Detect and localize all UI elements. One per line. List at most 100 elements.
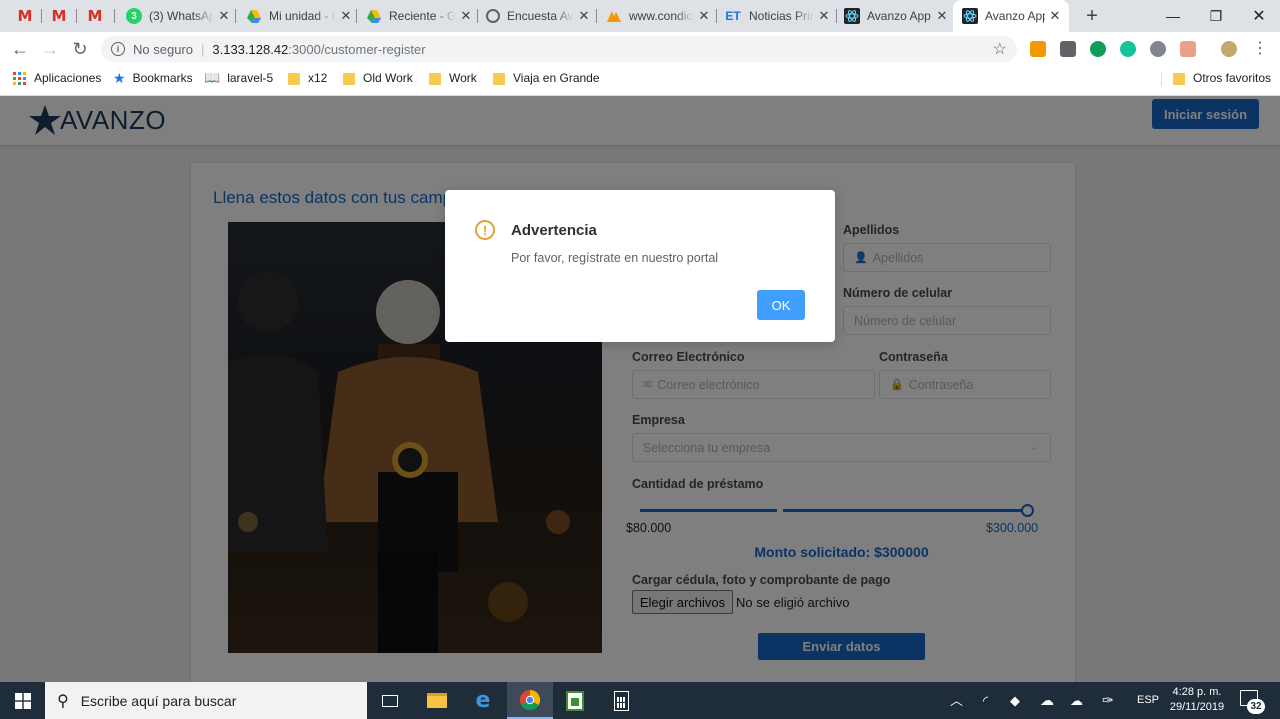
bookmark-star-icon[interactable]: ☆ — [993, 39, 1007, 59]
address-bar[interactable]: i No seguro | 3.133.128.42 :3000/custome… — [101, 36, 1017, 62]
modal-overlay[interactable] — [0, 96, 1280, 682]
search-icon: ⚲ — [57, 692, 69, 710]
bookmark-label: Old Work — [363, 71, 413, 85]
restore-button[interactable]: ❐ — [1193, 0, 1239, 32]
tray-chevron-up-icon[interactable]: ︿ — [950, 682, 963, 719]
folder-icon — [288, 73, 300, 85]
close-tab-icon[interactable]: ✕ — [816, 8, 832, 24]
folder-icon — [429, 73, 441, 85]
tab-condiciones[interactable]: www.condiciones ✕ — [600, 0, 712, 32]
url-path: :3000/customer-register — [288, 41, 426, 57]
tab-title: (3) WhatsApp — [149, 9, 214, 23]
tab-title: Noticias Principales — [749, 9, 814, 23]
close-tab-icon[interactable]: ✕ — [216, 8, 232, 24]
bookmark-old-work[interactable]: Old Work — [343, 66, 413, 90]
react-icon — [962, 8, 978, 24]
menu-icon[interactable]: ⋮ — [1252, 32, 1268, 66]
google-drive-icon — [366, 8, 382, 24]
bookmark-aplicaciones[interactable]: Aplicaciones — [13, 66, 101, 90]
tab-gmail-1[interactable]: M — [10, 0, 40, 32]
sheets-button[interactable] — [552, 682, 598, 719]
minimize-button[interactable]: — — [1150, 0, 1196, 32]
bookmark-laravel[interactable]: 📖 laravel-5 — [204, 66, 273, 90]
extension-icon[interactable] — [1150, 41, 1166, 57]
close-tab-icon[interactable]: ✕ — [338, 8, 354, 24]
extension-icon[interactable] — [1060, 41, 1076, 57]
tab-noticias[interactable]: ET Noticias Principales ✕ — [720, 0, 832, 32]
google-drive-icon — [246, 8, 262, 24]
forward-button[interactable]: → — [36, 32, 64, 66]
security-label: No seguro — [133, 41, 193, 57]
globe-icon — [486, 9, 500, 23]
bookmarks-bar: Aplicaciones ★ Bookmarks 📖 laravel-5 x12… — [0, 66, 1280, 96]
taskbar: ⚲ Escribe aquí para buscar e ︿ ◜ ◆ ☁ ☁ ✑… — [0, 682, 1280, 719]
clock-time: 4:28 p. m. — [1172, 686, 1222, 698]
ok-button[interactable]: OK — [757, 290, 805, 320]
tab-gmail-3[interactable]: M — [80, 0, 110, 32]
bookmark-label: Viaja en Grande — [513, 71, 600, 85]
clock[interactable]: 4:28 p. m. 29/11/2019 — [1164, 685, 1230, 715]
network-icon[interactable]: ☁ — [1070, 682, 1083, 719]
close-tab-icon[interactable]: ✕ — [1047, 8, 1063, 24]
chrome-icon — [520, 689, 540, 710]
warning-dialog: ! Advertencia Por favor, regístrate en n… — [445, 190, 835, 342]
bookmark-bookmarks[interactable]: ★ Bookmarks — [113, 66, 193, 90]
bookmark-label: Work — [449, 71, 477, 85]
close-tab-icon[interactable]: ✕ — [576, 8, 592, 24]
windows-start-button[interactable] — [0, 682, 46, 719]
calculator-icon — [613, 690, 629, 711]
file-explorer-button[interactable] — [414, 682, 460, 719]
apps-icon — [13, 71, 26, 85]
close-tab-icon[interactable]: ✕ — [934, 8, 950, 24]
folder-icon — [427, 693, 447, 708]
reload-button[interactable]: ↻ — [66, 32, 94, 66]
tab-reciente[interactable]: Reciente - Google Drive ✕ — [360, 0, 474, 32]
bookmark-work[interactable]: Work — [429, 66, 477, 90]
new-tab-button[interactable]: + — [1080, 4, 1104, 28]
extension-icon[interactable] — [1030, 41, 1046, 57]
tab-whatsapp[interactable]: 3 (3) WhatsApp ✕ — [120, 0, 232, 32]
close-tab-icon[interactable]: ✕ — [696, 8, 712, 24]
tab-avanzo-1[interactable]: Avanzo App ✕ — [838, 0, 950, 32]
cloud-icon[interactable]: ☁ — [1040, 682, 1054, 719]
close-window-button[interactable]: ✕ — [1236, 0, 1280, 32]
tab-title: Encuesta Avanzo — [507, 9, 574, 23]
tab-mi-unidad[interactable]: Mi unidad - Google Drive ✕ — [240, 0, 354, 32]
info-icon[interactable]: i — [111, 42, 125, 56]
tab-title: www.condiciones — [629, 9, 694, 23]
wifi-icon[interactable]: ◜ — [983, 682, 988, 719]
bookmark-viaja[interactable]: Viaja en Grande — [493, 66, 600, 90]
extension-icon[interactable] — [1090, 41, 1106, 57]
edge-button[interactable]: e — [460, 682, 506, 719]
url-host: 3.133.128.42 — [212, 41, 289, 57]
pen-icon[interactable]: ✑ — [1102, 682, 1114, 719]
bookmark-label: Bookmarks — [132, 71, 193, 85]
bookmark-label: Aplicaciones — [34, 71, 102, 85]
dropbox-icon[interactable]: ◆ — [1010, 682, 1020, 719]
tab-title: Avanzo App — [985, 9, 1045, 23]
chrome-button[interactable] — [507, 682, 553, 719]
grammarly-icon[interactable] — [1120, 41, 1136, 57]
close-tab-icon[interactable]: ✕ — [458, 8, 474, 24]
page-content: AVANZO Iniciar sesión Llena estos datos … — [0, 96, 1280, 682]
back-button[interactable]: ← — [6, 32, 34, 66]
tab-encuesta[interactable]: Encuesta Avanzo ✕ — [480, 0, 592, 32]
calculator-button[interactable] — [598, 682, 644, 719]
book-icon: 📖 — [204, 70, 221, 85]
bookmark-otros-favoritos[interactable]: Otros favoritos — [1173, 66, 1271, 90]
pdf-icon[interactable] — [1180, 41, 1196, 57]
taskbar-search[interactable]: ⚲ Escribe aquí para buscar — [45, 682, 367, 719]
avatar[interactable] — [1221, 41, 1237, 57]
language-indicator[interactable]: ESP — [1137, 682, 1159, 719]
gmail-icon: M — [17, 7, 33, 25]
task-view-button[interactable] — [367, 682, 413, 719]
tab-avanzo-active[interactable]: Avanzo App ✕ — [953, 0, 1069, 32]
bookmark-label: x12 — [308, 71, 328, 85]
edge-icon: e — [475, 688, 491, 713]
site-icon — [606, 8, 622, 24]
react-icon — [844, 8, 860, 24]
tab-gmail-2[interactable]: M — [44, 0, 74, 32]
bookmark-x12[interactable]: x12 — [288, 66, 327, 90]
bookmark-label: laravel-5 — [227, 71, 274, 85]
warning-icon: ! — [475, 220, 495, 240]
